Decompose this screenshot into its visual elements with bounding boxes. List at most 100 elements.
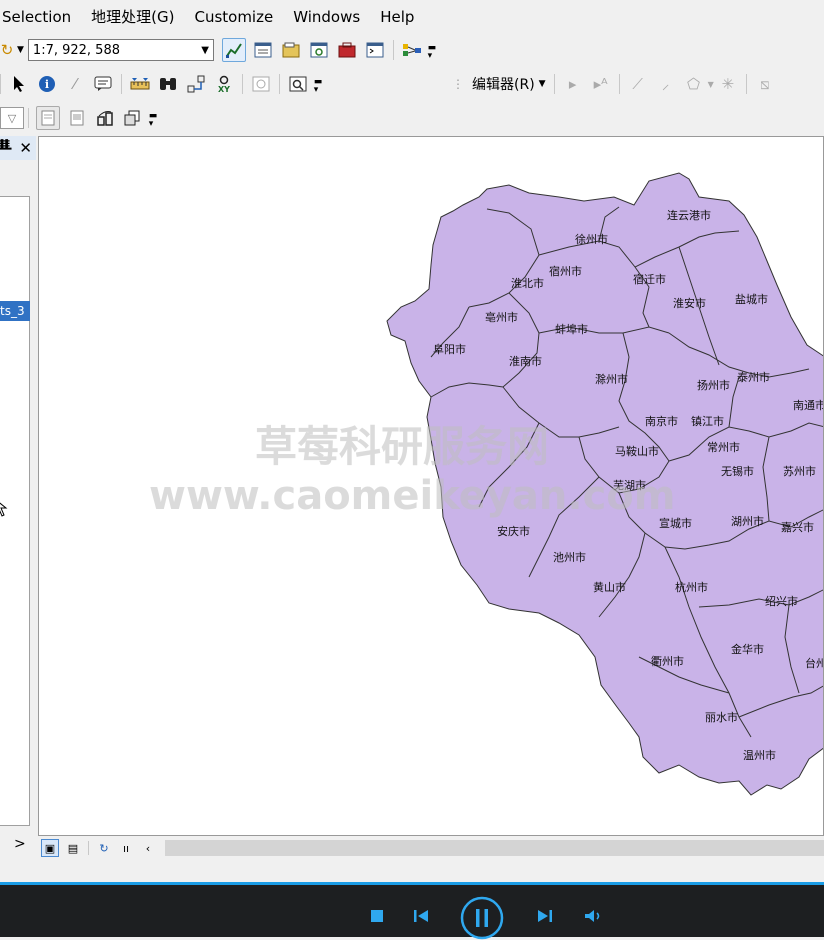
city-label: 嘉兴市 [781, 520, 814, 534]
straight-segment-icon[interactable]: ⟋ [627, 73, 649, 95]
editor-dropdown-icon[interactable]: ▼ [539, 79, 546, 89]
toolbar-overflow-icon[interactable]: ▬ ▾ [314, 78, 323, 95]
edit-annotation-icon[interactable]: ▸ᴬ [590, 73, 612, 95]
chevron-down-icon: ▼ [201, 44, 209, 56]
city-label: 马鞍山市 [615, 444, 659, 458]
redo-dropdown-icon[interactable]: ▼ [17, 45, 24, 55]
edit-tool-icon[interactable]: ▸ [562, 73, 584, 95]
toc-window-icon[interactable] [252, 39, 274, 61]
find-route-icon[interactable] [185, 73, 207, 95]
map-view[interactable]: 连云港市 徐州市 宿州市 淮北市 宿迁市 亳州市 淮安市 盐城市 蚌埠市 阜阳市 淮南市 滁州市 扬州市… [38, 136, 824, 836]
construction-dropdown-icon[interactable]: ▼ [708, 80, 714, 89]
menu-help[interactable]: Help [370, 0, 424, 34]
toc-header: ᚙ ✕ [0, 136, 36, 160]
layout-toolbar: ▽ ▬ ▾ [0, 102, 824, 134]
endpoint-arc-icon[interactable]: ⸝ [655, 73, 677, 95]
create-viewer-window-icon[interactable] [287, 73, 309, 95]
city-label: 苏州市 [783, 464, 816, 478]
toolbar-separator [28, 108, 29, 128]
city-label: 宿迁市 [633, 272, 666, 286]
map-status-bar: ▣ ▤ ↻ ıı ‹ [38, 836, 824, 860]
menu-selection[interactable]: Selection [0, 0, 81, 34]
city-label: 扬州市 [697, 378, 730, 392]
city-label: 温州市 [743, 748, 776, 762]
table-of-contents-pane: ᚙ ✕ ts_3 > [0, 136, 36, 860]
chevron-right-icon[interactable]: > [14, 836, 26, 852]
svg-text:i: i [45, 78, 49, 91]
toolbar-overflow-icon[interactable]: ▬ ▾ [149, 112, 158, 129]
city-label: 阜阳市 [433, 342, 466, 356]
modelbuilder-icon[interactable] [401, 39, 423, 61]
map-canvas[interactable]: 连云港市徐州市宿州市淮北市 宿迁市亳州市 淮安市 盐城市蚌埠市阜阳市淮南市滁州市 扬州市… [39, 137, 824, 836]
search-window-icon[interactable] [308, 39, 330, 61]
previous-icon[interactable] [412, 908, 430, 924]
toolbar-separator [121, 74, 122, 94]
city-label: 南京市 [645, 414, 678, 428]
editor-menu[interactable]: 编辑器(R) [468, 74, 539, 94]
time-slider-icon[interactable] [250, 73, 272, 95]
toc-selected-layer[interactable]: ts_3 [0, 301, 30, 321]
split-tool-icon[interactable]: ✳ [717, 73, 739, 95]
toolbar-separator [279, 74, 280, 94]
toolbar-separator [392, 40, 394, 60]
page-layout-icon[interactable] [36, 106, 60, 130]
menu-bar: Selection 地理处理(G) Customize Windows Help [0, 0, 824, 34]
map-scale-select[interactable]: 1:7, 922, 588 ▼ [27, 39, 214, 61]
refresh-icon[interactable]: ↻ [96, 840, 112, 856]
reshape-feature-icon[interactable]: ⧅ [754, 73, 776, 95]
mouse-cursor-icon [0, 498, 8, 522]
go-to-xy-icon[interactable]: XY [213, 73, 235, 95]
graph-icon[interactable] [94, 107, 116, 129]
city-label: 绍兴市 [765, 594, 798, 608]
next-icon[interactable] [536, 908, 554, 924]
city-label: 池州市 [553, 550, 586, 564]
identify-icon[interactable]: i [36, 73, 58, 95]
layout-view-toggle-icon[interactable]: ▤ [65, 840, 81, 856]
city-label: 安庆市 [497, 524, 530, 538]
report-icon[interactable] [66, 107, 88, 129]
city-label: 无锡市 [721, 464, 754, 478]
redo-icon[interactable]: ↻ [0, 39, 14, 61]
volume-icon[interactable] [584, 908, 604, 924]
menu-windows[interactable]: Windows [283, 0, 370, 34]
hyperlink-icon[interactable]: ⁄ [64, 73, 86, 95]
arctoolbox-icon[interactable] [336, 39, 358, 61]
construction-tools-icon[interactable]: ⬠ [683, 73, 705, 95]
pause-icon[interactable] [460, 896, 504, 940]
editor-toolbar-icon[interactable] [221, 38, 246, 62]
stop-icon[interactable] [369, 908, 385, 924]
close-icon[interactable]: ✕ [19, 139, 32, 157]
python-window-icon[interactable] [364, 39, 386, 61]
toolbar-grip-icon: ⋮ [452, 77, 464, 91]
catalog-icon[interactable] [280, 39, 302, 61]
select-elements-icon[interactable] [8, 73, 30, 95]
city-label: 杭州市 [675, 580, 708, 594]
pin-icon[interactable]: ᚙ [0, 139, 11, 157]
horizontal-scrollbar[interactable] [165, 840, 824, 856]
city-label: 连云港市 [667, 208, 711, 222]
scroll-left-icon[interactable]: ‹ [140, 840, 156, 856]
menu-customize[interactable]: Customize [184, 0, 283, 34]
html-popup-icon[interactable] [92, 73, 114, 95]
layout-view-icon[interactable] [122, 107, 144, 129]
toolbar-separator [88, 841, 89, 855]
city-label: 宣城市 [659, 516, 692, 530]
province-region [386, 172, 823, 796]
layer-dropdown[interactable]: ▽ [0, 107, 24, 129]
city-label: 台州市 [805, 656, 824, 670]
measure-icon[interactable] [129, 73, 151, 95]
city-label: 镇江市 [691, 414, 724, 428]
pause-drawing-icon[interactable]: ıı [118, 840, 134, 856]
city-label: 芜湖市 [613, 478, 646, 492]
city-label: 丽水市 [705, 710, 738, 724]
standard-toolbar: ↻ ▼ 1:7, 922, 588 ▼ ▬ ▾ [0, 34, 824, 66]
city-label: 淮北市 [511, 276, 544, 290]
city-label: 淮南市 [509, 354, 542, 368]
menu-geoprocessing[interactable]: 地理处理(G) [81, 0, 184, 34]
data-view-icon[interactable]: ▣ [41, 839, 59, 857]
city-label: 金华市 [731, 642, 764, 656]
toolbar-overflow-icon[interactable]: ▬ ▾ [428, 44, 437, 61]
find-binoculars-icon[interactable] [157, 73, 179, 95]
map-scale-value: 1:7, 922, 588 [32, 42, 120, 58]
city-label: 黄山市 [593, 580, 626, 594]
